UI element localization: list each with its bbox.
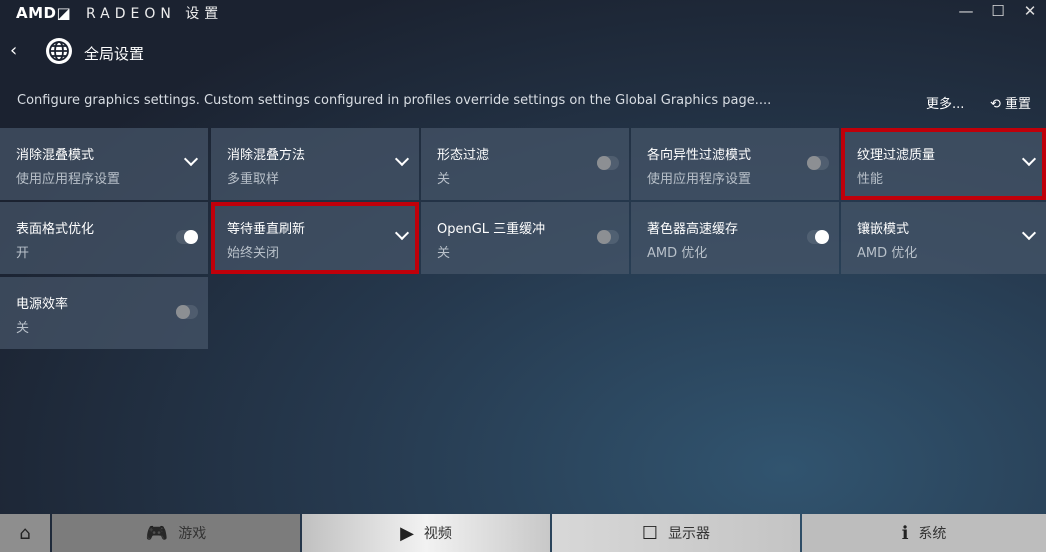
setting-tile[interactable]: 消除混叠模式使用应用程序设置 [0,128,208,200]
setting-tile[interactable]: 电源效率关 [0,277,208,349]
bottom-nav: ⌂ 🎮 游戏 ▶ 视频 ☐ 显示器 ℹ 系统 [0,514,1046,552]
app-title: RADEON 设置 [86,6,224,22]
maximize-button[interactable]: ☐ [988,2,1008,22]
home-icon: ⌂ [19,522,31,544]
setting-name: 电源效率 [16,297,69,312]
page-description: Configure graphics settings. Custom sett… [17,93,772,108]
toggle-switch[interactable] [807,156,829,170]
toggle-switch[interactable] [597,230,619,244]
chevron-down-icon[interactable] [394,151,410,167]
setting-name: 等待垂直刷新 [227,222,306,237]
toggle-knob [176,305,190,319]
setting-tile[interactable]: 形态过滤关 [421,128,629,200]
reset-icon: ⟲ [990,97,1001,112]
setting-name: 消除混叠方法 [227,148,306,163]
chevron-down-icon[interactable] [1021,225,1037,241]
setting-tile[interactable]: 表面格式优化开 [0,202,208,274]
setting-value: 关 [16,321,30,336]
chevron-down-icon[interactable] [1021,151,1037,167]
toggle-knob [597,156,611,170]
page-title: 全局设置 [84,45,145,63]
gamepad-icon: 🎮 [145,522,169,544]
setting-name: 各向异性过滤模式 [647,148,752,163]
play-icon: ▶ [400,522,414,544]
reset-button[interactable]: ⟲ 重置 [990,93,1031,112]
setting-value: 使用应用程序设置 [647,172,752,187]
setting-tile[interactable]: OpenGL 三重缓冲关 [421,202,629,274]
tab-games[interactable]: 🎮 游戏 [52,514,300,552]
home-button[interactable]: ⌂ [0,514,50,552]
setting-value: 开 [16,246,30,261]
title-bar: AMD◪ RADEON 设置 — ☐ ✕ [0,0,1046,26]
toggle-knob [807,156,821,170]
setting-name: 纹理过滤质量 [857,148,936,163]
toggle-knob [597,230,611,244]
chevron-down-icon[interactable] [394,225,410,241]
setting-tile[interactable]: 著色器高速缓存 AMD 优化 [631,202,839,274]
setting-tile[interactable]: 消除混叠方法 多重取样 [211,128,419,200]
back-button[interactable]: ‹ [10,40,17,61]
monitor-icon: ☐ [641,522,659,544]
setting-tile[interactable]: 纹理过滤质量 性能 [841,128,1046,200]
setting-value: AMD 优化 [857,246,918,261]
setting-name: 镶嵌模式 [857,222,910,237]
toggle-switch[interactable] [807,230,829,244]
setting-name: 消除混叠模式 [16,148,95,163]
info-icon: ℹ [901,522,909,544]
toggle-switch[interactable] [176,230,198,244]
globe-icon [46,38,72,64]
tab-display-label: 显示器 [668,526,711,542]
reset-label: 重置 [1005,97,1032,112]
setting-tile[interactable]: 等待垂直刷新 始终关闭 [211,202,419,274]
setting-name: 形态过滤 [437,148,490,163]
tab-system-label: 系统 [918,526,947,542]
setting-value: AMD 优化 [647,246,708,261]
toggle-switch[interactable] [176,305,198,319]
chevron-down-icon[interactable] [183,151,199,167]
amd-logo: AMD◪ [16,4,72,22]
setting-value: 使用应用程序设置 [16,172,121,187]
setting-name: 表面格式优化 [16,222,95,237]
setting-value: 关 [437,246,451,261]
tab-system[interactable]: ℹ 系统 [802,514,1046,552]
setting-name: 著色器高速缓存 [647,222,739,237]
setting-tile[interactable]: 各向异性过滤模式 使用应用程序设置 [631,128,839,200]
toggle-knob [184,230,198,244]
tab-video-label: 视频 [423,526,452,542]
toggle-switch[interactable] [597,156,619,170]
setting-value: 性能 [857,172,884,187]
setting-value: 始终关闭 [227,246,280,261]
tab-video[interactable]: ▶ 视频 [302,514,550,552]
setting-name: OpenGL 三重缓冲 [437,222,546,237]
close-button[interactable]: ✕ [1020,2,1040,22]
minimize-button[interactable]: — [956,2,976,22]
toggle-knob [815,230,829,244]
tab-display[interactable]: ☐ 显示器 [552,514,800,552]
setting-tile[interactable]: 镶嵌模式 AMD 优化 [841,202,1046,274]
more-button[interactable]: 更多... [926,93,964,112]
setting-value: 多重取样 [227,172,280,187]
setting-value: 关 [437,172,451,187]
tab-games-label: 游戏 [178,526,207,542]
